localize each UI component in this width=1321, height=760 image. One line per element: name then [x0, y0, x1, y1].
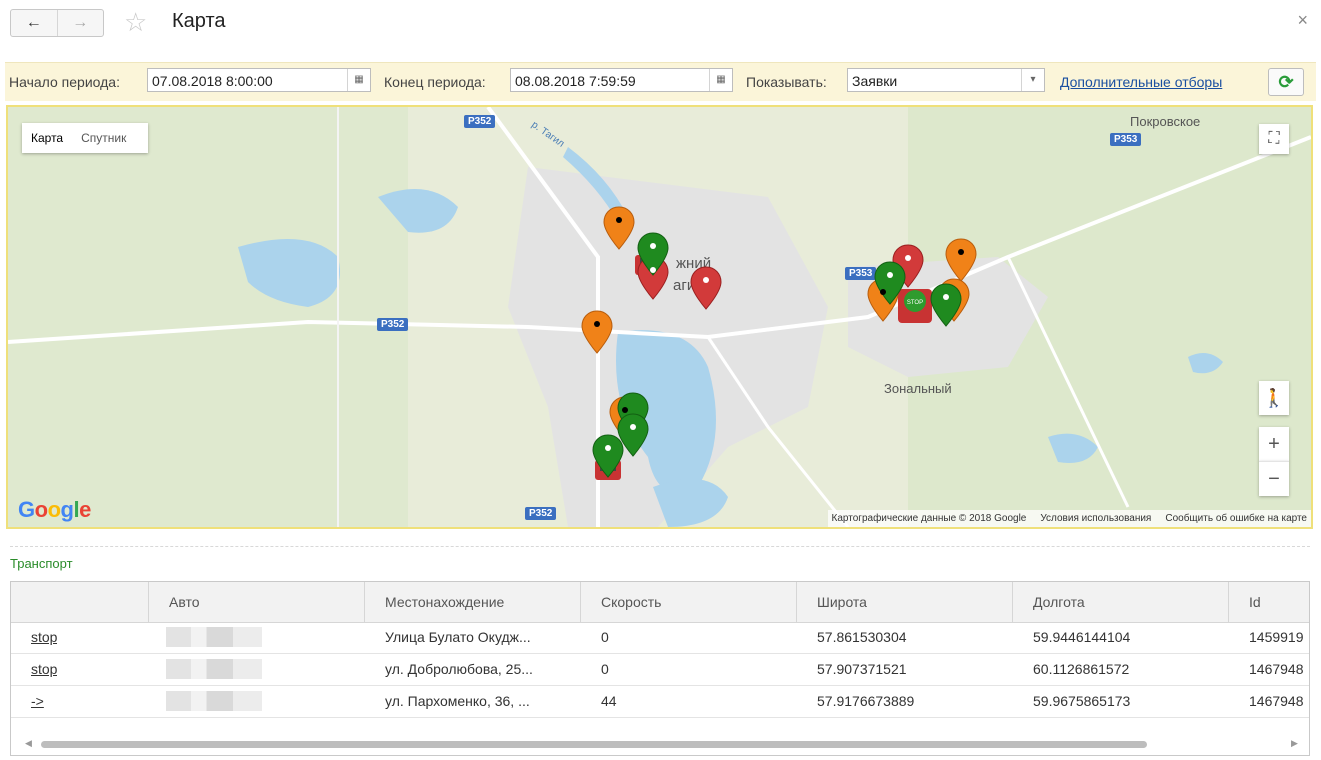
row-id: 1467948	[1249, 693, 1304, 709]
zoom-in-button[interactable]: +	[1259, 427, 1289, 461]
calendar-icon[interactable]: ▦	[347, 69, 370, 91]
row-action-link[interactable]: ->	[31, 686, 44, 717]
attribution-terms-link[interactable]: Условия использования	[1040, 513, 1151, 524]
column-header[interactable]	[11, 582, 149, 622]
back-button[interactable]: ←	[11, 10, 58, 36]
table-row[interactable]: -> ул. Пархоменко, 36, ... 44 57.9176673…	[11, 686, 1309, 718]
period-end-value: 08.08.2018 7:59:59	[515, 73, 636, 89]
transport-section-title: Транспорт	[10, 556, 73, 571]
refresh-button[interactable]: ⟳	[1268, 68, 1304, 96]
title-bar: ← → ☆ Карта ×	[0, 0, 1321, 50]
place-label: агил	[673, 277, 704, 294]
place-label: Зональный	[884, 381, 952, 396]
history-nav: ← →	[10, 9, 104, 37]
row-id: 1459919	[1249, 629, 1304, 645]
row-location: ул. Пархоменко, 36, ...	[385, 693, 530, 709]
row-location: Улица Булато Окудж...	[385, 629, 531, 645]
row-latitude: 57.9176673889	[817, 693, 915, 709]
row-location: ул. Добролюбова, 25...	[385, 661, 533, 677]
place-label: Покровское	[1130, 114, 1201, 129]
show-select[interactable]: Заявки ▾	[847, 68, 1045, 92]
road-label: Р353	[845, 267, 877, 280]
scroll-left-icon[interactable]: ◀	[25, 738, 32, 749]
favorite-star-icon[interactable]: ☆	[124, 7, 147, 37]
row-latitude: 57.907371521	[817, 661, 907, 677]
road-label: Р352	[377, 318, 409, 331]
row-speed: 0	[601, 661, 609, 677]
row-action-link[interactable]: stop	[31, 622, 57, 653]
row-id: 1467948	[1249, 661, 1304, 677]
transport-table: Авто Местонахождение Скорость Широта Дол…	[10, 581, 1310, 756]
show-label: Показывать:	[746, 74, 827, 90]
attribution-report-link[interactable]: Сообщить об ошибке на карте	[1165, 513, 1307, 524]
period-start-value: 07.08.2018 8:00:00	[152, 73, 273, 89]
fullscreen-icon: ⛶	[1268, 130, 1280, 147]
forward-button[interactable]: →	[58, 10, 104, 36]
scrollbar-thumb[interactable]	[41, 741, 1147, 748]
map-type-switch: Карта Спутник	[22, 123, 148, 153]
show-select-value: Заявки	[852, 73, 898, 89]
column-header-longitude[interactable]: Долгота	[1013, 582, 1229, 622]
map-type-satellite[interactable]: Спутник	[72, 131, 135, 145]
vehicle-plate-redacted	[166, 691, 262, 711]
vehicle-plate-redacted	[166, 627, 262, 647]
table-header: Авто Местонахождение Скорость Широта Дол…	[11, 582, 1309, 623]
period-start-field[interactable]: 07.08.2018 8:00:00 ▦	[147, 68, 371, 92]
filter-bar: Начало периода: 07.08.2018 8:00:00 ▦ Кон…	[5, 62, 1316, 101]
row-longitude: 60.1126861572	[1033, 661, 1130, 677]
table-row[interactable]: stop Улица Булато Окудж... 0 57.86153030…	[11, 622, 1309, 654]
fullscreen-button[interactable]: ⛶	[1259, 124, 1289, 154]
column-header-id[interactable]: Id	[1229, 582, 1309, 622]
road-label: Р353	[1110, 133, 1142, 146]
table-row[interactable]: stop ул. Добролюбова, 25... 0 57.9073715…	[11, 654, 1309, 686]
map-type-map[interactable]: Карта	[22, 131, 72, 145]
street-view-pegman[interactable]: 🚶	[1259, 381, 1289, 415]
scroll-right-icon[interactable]: ▶	[1291, 738, 1298, 749]
period-end-field[interactable]: 08.08.2018 7:59:59 ▦	[510, 68, 733, 92]
road-label: Р352	[464, 115, 496, 128]
extra-filters-link[interactable]: Дополнительные отборы	[1060, 74, 1222, 90]
calendar-icon[interactable]: ▦	[709, 69, 732, 91]
map-canvas[interactable]	[8, 107, 1311, 527]
row-action-link[interactable]: stop	[31, 654, 57, 685]
attribution-data: Картографические данные © 2018 Google	[831, 513, 1027, 524]
horizontal-scrollbar[interactable]: ◀ ▶	[11, 734, 1309, 754]
place-label: жний	[676, 255, 712, 272]
close-icon[interactable]: ×	[1297, 10, 1308, 31]
window-title: Карта	[172, 10, 226, 32]
column-header-auto[interactable]: Авто	[149, 582, 365, 622]
period-end-label: Конец периода:	[384, 74, 486, 90]
section-divider	[10, 546, 1310, 547]
column-header-location[interactable]: Местонахождение	[365, 582, 581, 622]
chevron-down-icon[interactable]: ▾	[1021, 69, 1044, 91]
vehicle-plate-redacted	[166, 659, 262, 679]
map-attribution: Картографические данные © 2018 Google Ус…	[827, 510, 1311, 527]
road-label: Р352	[525, 507, 557, 520]
google-logo: Google	[18, 497, 91, 522]
row-speed: 44	[601, 693, 617, 709]
column-header-speed[interactable]: Скорость	[581, 582, 797, 622]
row-longitude: 59.9446144104	[1033, 629, 1131, 645]
map-view[interactable]: Карта Спутник Р352 Р353 Р352 Р353 Р352 П…	[6, 105, 1313, 529]
refresh-icon: ⟳	[1278, 71, 1294, 92]
row-speed: 0	[601, 629, 609, 645]
pegman-icon: 🚶	[1262, 387, 1286, 408]
row-latitude: 57.861530304	[817, 629, 907, 645]
row-longitude: 59.9675865173	[1033, 693, 1131, 709]
zoom-out-button[interactable]: −	[1259, 461, 1289, 496]
period-start-label: Начало периода:	[9, 74, 120, 90]
column-header-latitude[interactable]: Широта	[797, 582, 1013, 622]
